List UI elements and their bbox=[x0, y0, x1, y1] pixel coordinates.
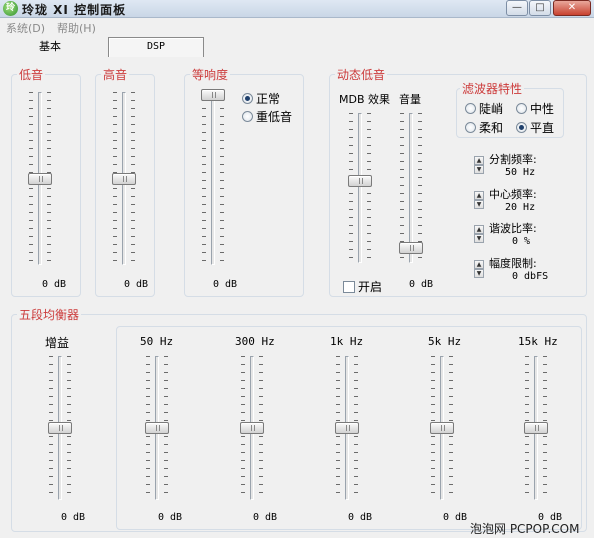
app-icon: 玲 bbox=[3, 1, 18, 16]
band-50hz-db-value: 0 dB bbox=[158, 512, 183, 523]
band-300hz-slider-thumb[interactable] bbox=[240, 422, 264, 434]
band-300hz-slider[interactable] bbox=[238, 356, 266, 500]
center-freq-label: 中心频率: bbox=[489, 188, 537, 201]
tab-basic[interactable]: 基本 bbox=[30, 38, 70, 58]
band-5khz-slider[interactable] bbox=[428, 356, 456, 500]
center-freq-value: 20 Hz bbox=[505, 202, 536, 213]
crossover-value: 50 Hz bbox=[505, 167, 536, 178]
bass-slider[interactable] bbox=[26, 92, 54, 265]
loudness-heavy-bass-radio[interactable]: 重低音 bbox=[242, 108, 292, 125]
maximize-button[interactable]: □ bbox=[529, 0, 551, 16]
bass-db-value: 0 dB bbox=[42, 279, 67, 290]
gain-slider[interactable] bbox=[46, 356, 74, 500]
band-50hz-label: 50 Hz bbox=[140, 335, 174, 348]
loudness-slider[interactable] bbox=[199, 89, 227, 265]
loudness-normal-radio[interactable]: 正常 bbox=[242, 90, 280, 107]
radio-dot bbox=[465, 122, 476, 133]
title-bar: 玲 玲珑 XI 控制面板 — □ ✕ bbox=[0, 0, 594, 18]
radio-dot bbox=[516, 122, 527, 133]
mdb-volume-slider-thumb[interactable] bbox=[399, 242, 423, 254]
filter-soft-radio[interactable]: 柔和 bbox=[465, 119, 503, 136]
band-1khz-slider[interactable] bbox=[333, 356, 361, 500]
filter-label: 滤波器特性 bbox=[460, 80, 525, 97]
band-15khz-slider-thumb[interactable] bbox=[524, 422, 548, 434]
harmonic-ratio-label: 谐波比率: bbox=[489, 222, 537, 235]
menu-system[interactable]: 系统(D) bbox=[6, 20, 45, 36]
filter-neutral-radio[interactable]: 中性 bbox=[516, 100, 554, 117]
watermark: 泡泡网 PCPOP.COM bbox=[470, 522, 580, 536]
band-5khz-label: 5k Hz bbox=[428, 335, 462, 348]
loudness-label: 等响度 bbox=[190, 66, 231, 83]
center-freq-spinner[interactable]: ▲ ▼ bbox=[474, 191, 484, 209]
tab-dsp[interactable]: DSP bbox=[108, 37, 204, 57]
mdb-effect-slider[interactable] bbox=[346, 113, 374, 263]
band-1khz-slider-thumb[interactable] bbox=[335, 422, 359, 434]
band-15khz-slider[interactable] bbox=[522, 356, 550, 500]
equalizer-label: 五段均衡器 bbox=[17, 306, 82, 323]
band-300hz-label: 300 Hz bbox=[235, 335, 275, 348]
amplitude-limit-value: 0 dbFS bbox=[512, 271, 549, 282]
mdb-volume-db-value: 0 dB bbox=[409, 279, 434, 290]
band-1khz-label: 1k Hz bbox=[330, 335, 364, 348]
band-50hz-slider[interactable] bbox=[143, 356, 171, 500]
band-50hz-slider-thumb[interactable] bbox=[145, 422, 169, 434]
menu-help[interactable]: 帮助(H) bbox=[57, 20, 96, 36]
treble-slider-thumb[interactable] bbox=[112, 173, 136, 185]
treble-label: 高音 bbox=[101, 66, 130, 83]
mdb-effect-slider-thumb[interactable] bbox=[348, 175, 372, 187]
treble-slider[interactable] bbox=[110, 92, 138, 265]
mdb-enable-checkbox[interactable]: 开启 bbox=[343, 278, 382, 295]
minimize-button[interactable]: — bbox=[506, 0, 528, 16]
amplitude-limit-label: 幅度限制: bbox=[489, 257, 537, 270]
treble-db-value: 0 dB bbox=[124, 279, 149, 290]
harmonic-ratio-spinner[interactable]: ▲ ▼ bbox=[474, 225, 484, 243]
filter-steep-radio[interactable]: 陡峭 bbox=[465, 100, 503, 117]
mdb-effect-label: MDB 效果 bbox=[339, 93, 391, 106]
gain-slider-thumb[interactable] bbox=[48, 422, 72, 434]
band-5khz-db-value: 0 dB bbox=[443, 512, 468, 523]
loudness-db-value: 0 dB bbox=[213, 279, 238, 290]
radio-dot bbox=[242, 111, 253, 122]
band-15khz-label: 15k Hz bbox=[518, 335, 558, 348]
radio-dot bbox=[465, 103, 476, 114]
loudness-slider-thumb[interactable] bbox=[201, 89, 225, 101]
gain-label: 增益 bbox=[45, 336, 70, 350]
bass-label: 低音 bbox=[17, 66, 46, 83]
mdb-volume-label: 音量 bbox=[399, 93, 421, 106]
checkbox-box bbox=[343, 280, 355, 293]
crossover-spinner[interactable]: ▲ ▼ bbox=[474, 156, 484, 174]
amplitude-limit-spinner[interactable]: ▲ ▼ bbox=[474, 260, 484, 278]
crossover-label: 分割频率: bbox=[489, 153, 537, 166]
window-title: 玲珑 XI 控制面板 bbox=[22, 3, 127, 17]
band-300hz-db-value: 0 dB bbox=[253, 512, 278, 523]
harmonic-ratio-value: 0 % bbox=[512, 236, 531, 247]
radio-dot bbox=[242, 93, 253, 104]
mdb-volume-slider[interactable] bbox=[397, 113, 425, 263]
menu-bar: 系统(D) 帮助(H) bbox=[0, 18, 594, 35]
bass-slider-thumb[interactable] bbox=[28, 173, 52, 185]
dynamic-bass-label: 动态低音 bbox=[335, 66, 388, 83]
band-5khz-slider-thumb[interactable] bbox=[430, 422, 454, 434]
gain-db-value: 0 dB bbox=[61, 512, 86, 523]
band-1khz-db-value: 0 dB bbox=[348, 512, 373, 523]
filter-flat-radio[interactable]: 平直 bbox=[516, 119, 554, 136]
radio-dot bbox=[516, 103, 527, 114]
close-button[interactable]: ✕ bbox=[553, 0, 591, 16]
